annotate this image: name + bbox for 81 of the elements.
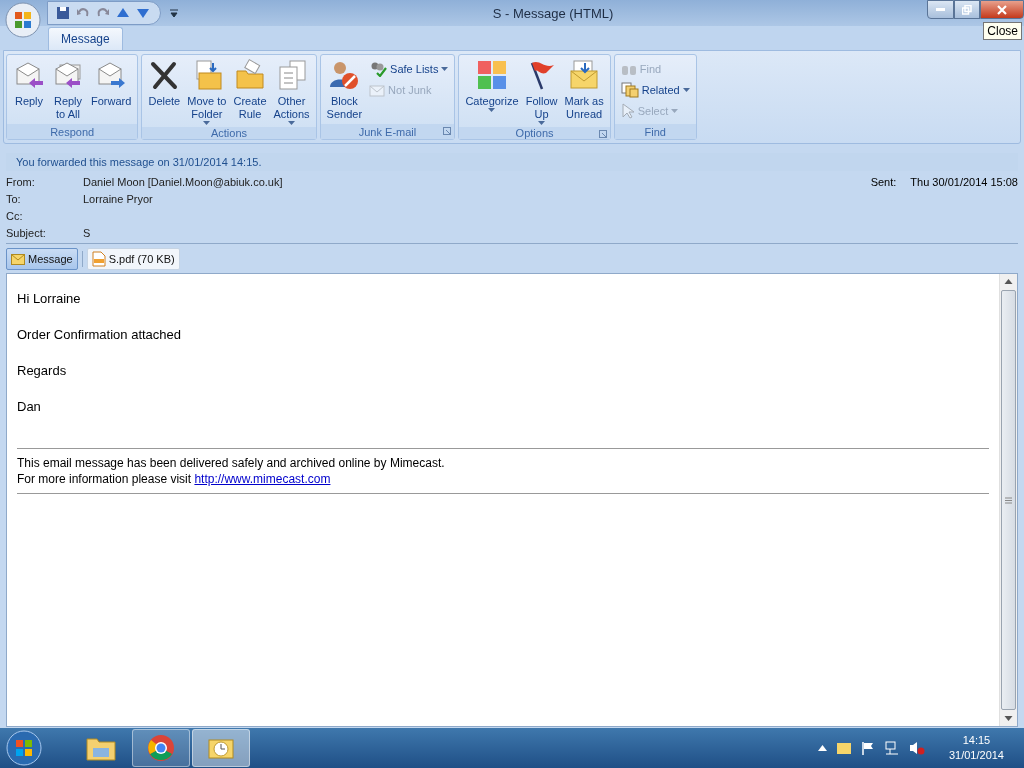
header-label: From: — [6, 175, 36, 188]
speaker-muted-icon[interactable] — [908, 741, 925, 755]
header-label: To: — [6, 192, 22, 205]
disclaimer-text: This email message has been delivered safely and archived online by Mimecast. — [17, 455, 446, 471]
group-label: Junk E-mail — [358, 125, 417, 138]
group-label: Options — [515, 127, 554, 139]
show-hidden-icons-icon[interactable] — [817, 745, 827, 751]
envelope-icon — [369, 83, 386, 97]
ribbon-tab[interactable]: Message — [48, 27, 123, 50]
categorize-icon — [476, 59, 508, 91]
ribbon-button[interactable]: Reply to All — [49, 57, 87, 124]
ribbon-button[interactable]: Delete — [145, 57, 184, 127]
taskbar-button[interactable] — [132, 729, 190, 767]
header-value: S — [83, 226, 91, 239]
restore-icon — [962, 4, 972, 15]
start-button[interactable] — [4, 729, 44, 767]
link[interactable]: http://www.mimecast.com — [194, 472, 331, 486]
ribbon-button[interactable]: Follow Up — [522, 57, 561, 127]
ribbon-button[interactable]: Other Actions — [270, 57, 313, 127]
people-check-icon — [369, 61, 388, 77]
cursor-icon — [620, 103, 635, 119]
close-button[interactable] — [980, 0, 1024, 19]
dialog-launcher-icon[interactable] — [443, 127, 452, 135]
message-text: Dan — [17, 398, 42, 416]
restore-button[interactable] — [954, 0, 980, 19]
header-label: Cc: — [6, 209, 24, 222]
grip-icon — [1005, 496, 1012, 504]
caret-icon — [441, 67, 449, 71]
group-label: Respond — [50, 125, 95, 138]
header-label: Subject: — [6, 226, 47, 239]
flag-icon[interactable] — [860, 741, 875, 755]
ribbon-button[interactable]: Categorize — [462, 57, 522, 127]
ribbon-button[interactable]: Block Sender — [323, 57, 366, 124]
save-icon[interactable] — [56, 6, 70, 20]
ribbon-button[interactable]: Mark as Unread — [561, 57, 607, 127]
group-label: Find — [644, 125, 666, 138]
ribbon-button[interactable]: Reply — [10, 57, 48, 124]
documents-icon — [620, 82, 639, 98]
caret-icon — [671, 109, 679, 113]
caret-icon — [203, 121, 211, 125]
customize-menu-icon[interactable] — [169, 8, 179, 18]
envelope-icon[interactable] — [836, 742, 851, 754]
message-text: Hi Lorraine — [17, 290, 82, 308]
clock[interactable]: 14:15 31/01/2014 — [948, 733, 1004, 763]
disclaimer-text: For more information please visit http://www.mimecast.com — [17, 471, 332, 487]
minimize-button[interactable] — [927, 0, 954, 19]
network-icon[interactable] — [884, 741, 899, 755]
pdf-file-icon — [91, 251, 106, 267]
envelope-icon — [11, 253, 25, 265]
header-label: Sent: — [870, 175, 897, 188]
browser-icon — [147, 734, 175, 762]
ribbon-button[interactable]: Forward — [88, 57, 135, 124]
taskbar-button[interactable] — [192, 729, 250, 767]
caret-icon — [538, 121, 546, 125]
attachment-tab[interactable]: S.pdf (70 KB) — [86, 248, 180, 270]
folder-icon — [234, 59, 266, 91]
header-value: Daniel Moon [Daniel.Moon@abiuk.co.uk] — [83, 175, 283, 188]
message-text: Order Confirmation attached — [17, 326, 183, 344]
dialog-launcher-icon[interactable] — [598, 130, 607, 138]
ribbon-button[interactable]: Move to Folder — [184, 57, 230, 127]
group-label: Actions — [210, 127, 247, 139]
caret-icon — [682, 88, 690, 92]
down-arrow-icon[interactable] — [136, 7, 150, 19]
block-sender-icon — [328, 59, 361, 91]
caret-icon — [488, 108, 496, 112]
caret-icon — [288, 121, 296, 125]
envelope-icon — [568, 59, 601, 91]
folder-icon — [86, 735, 116, 761]
minimize-icon — [936, 8, 945, 11]
message-text: Regards — [17, 362, 68, 380]
up-arrow-icon[interactable] — [116, 7, 130, 19]
ribbon-button[interactable]: Create Rule — [230, 57, 270, 127]
header-value: Thu 30/01/2014 15:08 — [910, 175, 1018, 188]
tooltip: Close — [983, 22, 1022, 40]
attachment-tab[interactable]: Message — [6, 248, 78, 270]
header-value: Lorraine Pryor — [83, 192, 153, 205]
close-icon — [997, 4, 1007, 15]
window-title: S - Message (HTML) — [492, 5, 614, 21]
ribbon-button[interactable]: Safe Lists — [366, 60, 452, 78]
scrollbar-thumb[interactable] — [1001, 290, 1016, 710]
ribbon-button[interactable]: Related — [617, 81, 693, 99]
